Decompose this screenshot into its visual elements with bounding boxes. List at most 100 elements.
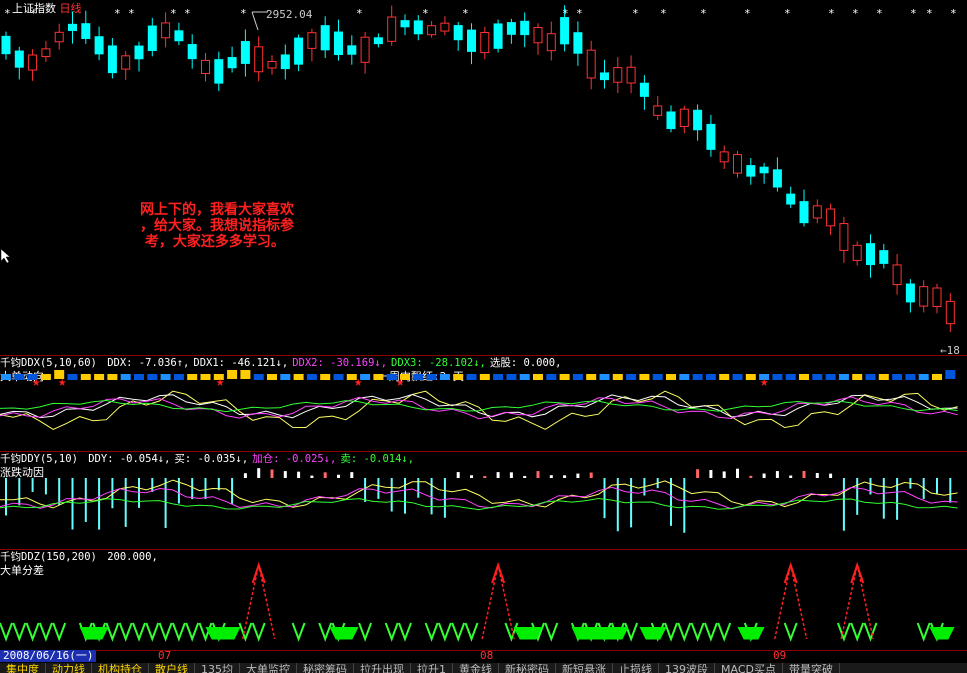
ddz-v-marker [783, 622, 798, 642]
candle [41, 40, 51, 62]
candle [254, 36, 264, 82]
candle [161, 12, 171, 48]
candle [639, 75, 649, 110]
tab-2[interactable]: 机构持仓 [92, 663, 149, 673]
signal-star-icon: * [184, 7, 191, 20]
signal-star-icon: * [114, 7, 121, 20]
tab-13[interactable]: 139波段 [659, 663, 715, 673]
signal-star-icon: * [784, 7, 791, 20]
candle [852, 241, 862, 266]
ddz-v-marker [0, 622, 13, 642]
indicator-line [0, 497, 958, 511]
tab-6[interactable]: 秘密筹码 [297, 663, 354, 673]
ddx-bar [825, 374, 836, 380]
candle [307, 28, 317, 62]
ddz-v-marker [464, 622, 479, 642]
ddx-bar [306, 374, 317, 380]
tab-8[interactable]: 拉升1 [411, 663, 453, 673]
candle [201, 53, 210, 82]
month-label-07: 07 [158, 649, 172, 662]
candle [94, 26, 104, 61]
ddx-bar [546, 374, 557, 380]
tab-10[interactable]: 新秘密码 [499, 663, 556, 673]
tab-12[interactable]: 止损线 [613, 663, 659, 673]
candle [320, 16, 330, 59]
candle [54, 23, 64, 50]
indicator-tab-bar: 集中度 动力线 机构持仓 散户线 135均 大单监控 秘密筹码 拉升出现 拉升1 黄金线 新秘密码新… [0, 663, 967, 673]
ddx-bar [785, 374, 796, 380]
signal-star-icon: * [910, 7, 917, 20]
ddz-peak-marker [491, 561, 506, 584]
ddx-bar [267, 374, 277, 380]
tab-1[interactable]: 动力线 [46, 663, 92, 673]
ddx-bar [200, 374, 211, 380]
signal-star-icon: * [632, 7, 639, 20]
ddy-bar [815, 473, 819, 478]
candle [294, 34, 304, 72]
tab-3[interactable]: 散户线 [149, 663, 195, 673]
ddx-bar [413, 374, 424, 380]
candle [174, 22, 184, 46]
ddx-bar [493, 374, 504, 380]
candle [134, 41, 144, 72]
candle [733, 150, 742, 178]
ddz-v-marker [171, 622, 186, 642]
ddy-bar [842, 478, 845, 531]
ddx-bar [227, 370, 238, 379]
candle [240, 29, 250, 77]
signal-star-icon: * [876, 7, 883, 20]
signal-star-icon: * [926, 7, 933, 20]
tab-0[interactable]: 集中度 [0, 663, 46, 673]
tab-9[interactable]: 黄金线 [453, 663, 499, 673]
note-text: 网上下的，我看大家喜欢 ，给大家。我想说指标参 考，大家还多多学习。 [140, 202, 294, 250]
tab-5[interactable]: 大单监控 [240, 663, 297, 673]
ddz-chart[interactable] [0, 551, 967, 649]
ddx-bar [320, 374, 331, 380]
ddx-bar [107, 374, 118, 380]
ddz-v-marker [132, 622, 146, 642]
ddy-bar [270, 469, 274, 478]
ddy-bar [882, 478, 885, 519]
ddz-peak-line [773, 564, 808, 640]
candle [440, 16, 450, 36]
candle [919, 280, 929, 313]
ddy-bar [124, 478, 127, 527]
ddy-bar [949, 478, 952, 503]
candle [267, 55, 277, 75]
tab-7[interactable]: 拉升出现 [354, 663, 411, 673]
high-price-label: 2952.04 [266, 8, 313, 21]
tab-15[interactable]: 带量突破 [783, 663, 840, 673]
signal-star-icon: * [356, 7, 363, 20]
ddz-v-marker [664, 622, 678, 642]
candle [546, 21, 556, 61]
ddx-bar [134, 374, 144, 380]
ddx-bar [812, 374, 823, 380]
ddy-bar [509, 472, 513, 478]
candle [214, 51, 224, 91]
ddz-v-marker [437, 622, 452, 642]
candle [706, 114, 716, 157]
ddz-v-marker [145, 622, 160, 642]
ddy-chart[interactable] [0, 454, 967, 550]
ddx-chart[interactable]: ★ ★ ★ ★ ★ ★ [0, 358, 967, 450]
ddy-bar [204, 478, 207, 499]
ddy-bar [71, 478, 74, 530]
ddy-bar [191, 478, 194, 500]
tab-11[interactable]: 新短悬涨 [556, 663, 613, 673]
tab-14[interactable]: MACD买点 [715, 663, 783, 673]
candle [945, 293, 955, 332]
candle [28, 49, 38, 81]
ddz-v-marker [717, 622, 732, 642]
ddz-v-marker [384, 622, 399, 642]
candlestick-chart[interactable]: * * * * * * * * * * * * * * * * * * * * * * * [0, 0, 967, 355]
ddy-bar [164, 478, 167, 528]
ddx-bar [173, 374, 184, 380]
ddx-bar [905, 374, 916, 380]
ddz-base-block [737, 626, 765, 640]
ddy-bar [722, 471, 726, 478]
candle [693, 104, 703, 141]
ddx-bar [559, 374, 570, 380]
tab-4[interactable]: 135均 [195, 663, 240, 673]
mouse-cursor-icon [0, 248, 10, 264]
candle [653, 96, 663, 121]
